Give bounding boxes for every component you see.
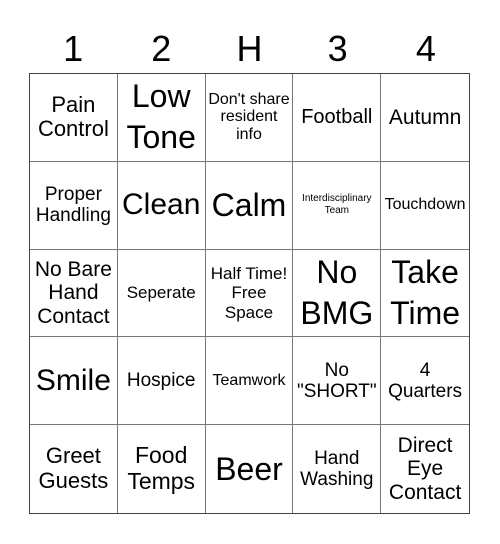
bingo-cell[interactable]: 4 Quarters [381,337,469,426]
bingo-cell[interactable]: Calm [205,161,294,250]
bingo-cell[interactable]: Touchdown [381,162,469,250]
bingo-cell[interactable]: Football [293,74,382,162]
bingo-cell[interactable]: Hand Washing [293,425,382,513]
bingo-cell[interactable]: Low Tone [117,74,206,162]
bingo-cell[interactable]: Pain Control [30,74,118,162]
bingo-cell[interactable]: Clean [117,161,206,250]
bingo-cell[interactable]: No BMG [293,249,382,338]
bingo-cell[interactable]: Food Temps [118,425,206,513]
bingo-cell[interactable]: Greet Guests [30,425,118,513]
bingo-cell[interactable]: Direct Eye Contact [381,425,469,513]
bingo-cell[interactable]: Interdisciplinary Team [293,161,382,250]
header-letter: 2 [151,28,172,69]
bingo-cell[interactable]: Proper Handling [30,161,118,250]
free-space-cell[interactable]: Half Time! Free Space [205,249,294,338]
bingo-cell[interactable]: Seperate [117,249,206,338]
header-letter: 4 [415,28,436,69]
bingo-cell[interactable]: No "SHORT" [293,337,382,426]
bingo-grid: Pain Control Low Tone Don't share reside… [29,73,470,514]
bingo-cell[interactable]: Take Time [381,250,469,338]
bingo-cell[interactable]: Don't share resident info [205,74,294,162]
header-letter: 3 [327,28,348,69]
bingo-cell[interactable]: Autumn [381,74,469,162]
bingo-cell[interactable]: Teamwork [205,337,294,426]
header-letter: 1 [63,28,84,69]
bingo-cell[interactable]: Smile [30,337,118,426]
header-letter: H [236,28,263,69]
bingo-header: 1 2 H 3 4 [29,26,470,72]
bingo-cell[interactable]: Beer [206,425,294,513]
bingo-cell[interactable]: Hospice [117,337,206,426]
bingo-cell[interactable]: No Bare Hand Contact [30,249,118,338]
